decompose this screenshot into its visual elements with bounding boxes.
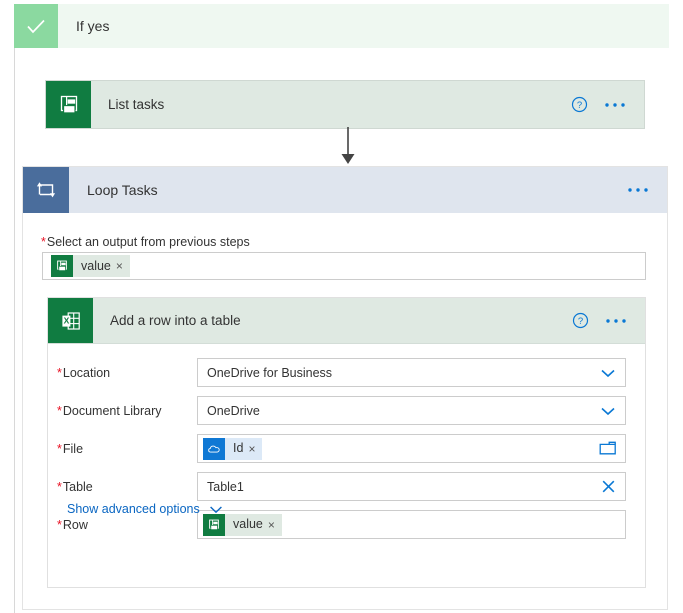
arrow-down-icon	[336, 127, 360, 165]
excel-card-header[interactable]: X Add a row into a table ?	[48, 298, 645, 344]
excel-card-body: *Location OneDrive for Business *Documen…	[48, 344, 645, 539]
file-token-wrap: Id ×	[198, 437, 591, 460]
token-label: value	[81, 258, 111, 273]
required-asterisk: *	[57, 441, 62, 456]
more-options-icon[interactable]	[604, 102, 626, 108]
required-asterisk: *	[57, 479, 62, 494]
required-asterisk: *	[41, 235, 46, 249]
file-input[interactable]: Id ×	[197, 434, 626, 463]
field-label-text: Document Library	[62, 403, 162, 418]
branch-vertical-rail	[14, 48, 15, 613]
field-label-document-library: *Document Library	[57, 404, 197, 418]
card-actions: ?	[572, 298, 645, 343]
branch-title: If yes	[76, 18, 110, 34]
planner-icon	[46, 81, 91, 128]
card-title: List tasks	[108, 97, 165, 112]
token-remove-icon[interactable]: ×	[248, 443, 262, 455]
form-row-file: *File Id ×	[48, 434, 645, 463]
location-value: OneDrive for Business	[207, 365, 333, 380]
action-card-add-a-row-into-a-table: X Add a row into a table ? *Location One…	[47, 297, 646, 588]
form-row-table: *Table Table1	[48, 472, 645, 501]
field-label-location: *Location	[57, 366, 197, 380]
svg-text:X: X	[63, 315, 69, 325]
location-dropdown[interactable]: OneDrive for Business	[197, 358, 626, 387]
form-row-location: *Location OneDrive for Business	[48, 358, 645, 387]
required-asterisk: *	[57, 403, 62, 418]
action-card-list-tasks[interactable]: List tasks ?	[45, 80, 645, 129]
token-remove-icon[interactable]: ×	[116, 260, 130, 272]
table-value: Table1	[207, 479, 244, 494]
more-options-icon[interactable]	[627, 187, 649, 193]
field-label-table: *Table	[57, 480, 197, 494]
field-label-row: *Row	[57, 518, 197, 532]
loop-header[interactable]: Loop Tasks	[23, 167, 667, 213]
document-library-value: OneDrive	[207, 403, 260, 418]
show-advanced-options-link[interactable]: Show advanced options	[67, 502, 223, 516]
show-advanced-options-label: Show advanced options	[67, 502, 200, 516]
token-label: value	[233, 517, 263, 532]
token-value[interactable]: value ×	[203, 513, 282, 536]
field-label-text: Table	[62, 479, 93, 494]
planner-icon	[203, 513, 225, 536]
help-icon[interactable]: ?	[571, 96, 588, 113]
token-value[interactable]: value ×	[51, 255, 130, 277]
onedrive-icon	[203, 437, 225, 460]
clear-icon[interactable]	[591, 479, 625, 494]
card-actions: ?	[571, 81, 644, 128]
form-row-document-library: *Document Library OneDrive	[48, 396, 645, 425]
card-title: Add a row into a table	[110, 313, 241, 328]
row-token-wrap: value ×	[198, 513, 625, 536]
help-icon[interactable]: ?	[572, 312, 589, 329]
planner-icon	[51, 255, 73, 277]
table-input[interactable]: Table1	[197, 472, 626, 501]
svg-text:?: ?	[578, 316, 583, 327]
token-remove-icon[interactable]: ×	[268, 519, 282, 531]
row-input[interactable]: value ×	[197, 510, 626, 539]
select-output-label: *Select an output from previous steps	[41, 235, 250, 249]
folder-picker-icon[interactable]	[591, 441, 625, 456]
branch-header-if-yes: If yes	[14, 4, 669, 48]
required-asterisk: *	[57, 517, 62, 532]
loop-icon	[23, 167, 69, 213]
field-label-text: Row	[62, 517, 88, 532]
required-asterisk: *	[57, 365, 62, 380]
more-options-icon[interactable]	[605, 318, 627, 324]
svg-text:?: ?	[577, 100, 582, 111]
field-label-file: *File	[57, 442, 197, 456]
token-label: Id	[233, 441, 244, 456]
select-output-label-text: Select an output from previous steps	[46, 235, 250, 249]
chevron-down-icon[interactable]	[591, 406, 625, 416]
field-label-text: File	[62, 441, 84, 456]
chevron-down-icon	[209, 505, 223, 514]
excel-icon: X	[48, 298, 93, 343]
select-output-input[interactable]: value ×	[42, 252, 646, 280]
check-icon	[14, 4, 58, 48]
loop-container: Loop Tasks *Select an output from previo…	[22, 166, 668, 610]
field-label-text: Location	[62, 365, 111, 380]
chevron-down-icon[interactable]	[591, 368, 625, 378]
document-library-dropdown[interactable]: OneDrive	[197, 396, 626, 425]
loop-title: Loop Tasks	[87, 182, 158, 198]
token-id[interactable]: Id ×	[203, 437, 263, 460]
loop-actions	[627, 167, 667, 213]
